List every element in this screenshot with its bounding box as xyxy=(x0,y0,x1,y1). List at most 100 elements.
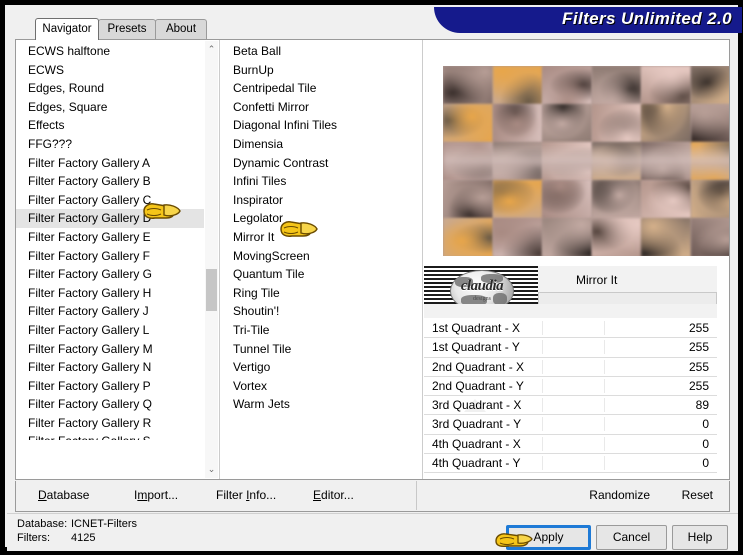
category-list-panel: ECWS halftone ECWS Edges, Round Edges, Squa… xyxy=(16,40,220,479)
category-list-item[interactable]: Filter Factory Gallery R xyxy=(16,414,204,433)
category-list-item[interactable]: FFG??? xyxy=(16,135,204,154)
category-list-item[interactable]: Filter Factory Gallery E xyxy=(16,228,204,247)
parameter-tick xyxy=(604,359,605,374)
filter-list-viewport: Beta Ball BurnUp Centripedal Tile Confetti … xyxy=(221,40,407,440)
filter-list-item[interactable]: Quantum Tile xyxy=(221,265,407,284)
filter-list-item[interactable]: Warm Jets xyxy=(221,395,407,414)
parameter-row[interactable]: 3rd Quadrant - X 89 xyxy=(424,396,717,416)
database-status-value: ICNET-Filters xyxy=(71,518,137,530)
filter-list-item[interactable]: Dynamic Contrast xyxy=(221,154,407,173)
filter-list-item[interactable]: Dimensia xyxy=(221,135,407,154)
preview-and-parameters-panel: claudia designs Mirror It 1st Quadrant -… xyxy=(424,40,729,479)
category-list-item[interactable]: Filter Factory Gallery J xyxy=(16,302,204,321)
parameter-value: 0 xyxy=(702,456,709,471)
preview-tile xyxy=(591,180,642,219)
filter-list-item[interactable]: Beta Ball xyxy=(221,42,407,61)
parameter-name: 2nd Quadrant - X xyxy=(432,359,525,374)
database-button[interactable]: Database xyxy=(38,488,89,502)
parameter-tick xyxy=(542,398,543,413)
parameter-tick xyxy=(604,398,605,413)
filters-status-label: Filters: xyxy=(17,532,50,544)
parameter-value: 255 xyxy=(688,340,709,355)
preview-tile xyxy=(542,180,593,219)
filter-list-item[interactable]: Centripedal Tile xyxy=(221,79,407,98)
database-status-label: Database: xyxy=(17,518,68,530)
filter-info-button[interactable]: Filter Info... xyxy=(216,488,276,502)
preview-tile xyxy=(492,180,543,219)
category-scrollbar[interactable]: ⌃ ⌄ xyxy=(205,41,218,478)
parameter-row[interactable]: 4th Quadrant - Y 0 xyxy=(424,454,717,474)
category-list-item[interactable]: ECWS xyxy=(16,61,204,80)
category-list-item[interactable]: Filter Factory Gallery B xyxy=(16,172,204,191)
filter-list-item[interactable]: Tri-Tile xyxy=(221,321,407,340)
filter-list-item[interactable]: Confetti Mirror xyxy=(221,98,407,117)
category-scroll-thumb[interactable] xyxy=(206,269,217,311)
tab-about[interactable]: About xyxy=(155,19,207,39)
parameter-name: 3rd Quadrant - X xyxy=(432,398,522,413)
category-list-item[interactable]: Filter Factory Gallery M xyxy=(16,340,204,359)
category-list-item[interactable]: Filter Factory Gallery D xyxy=(16,209,204,228)
category-list-item[interactable]: Filter Factory Gallery Q xyxy=(16,395,204,414)
preview-tile xyxy=(690,218,729,256)
watermark-subtext: designs xyxy=(473,296,491,302)
filter-list-item[interactable]: Inspirator xyxy=(221,191,407,210)
preview-tile xyxy=(591,66,642,105)
filter-list-item[interactable]: Mirror It xyxy=(221,228,407,247)
parameter-row[interactable]: 2nd Quadrant - X 255 xyxy=(424,357,717,377)
category-list-item[interactable]: Filter Factory Gallery L xyxy=(16,321,204,340)
category-list-item[interactable]: Filter Factory Gallery A xyxy=(16,154,204,173)
category-list-item[interactable]: Filter Factory Gallery P xyxy=(16,377,204,396)
parameter-row[interactable]: 2nd Quadrant - Y 255 xyxy=(424,376,717,397)
cancel-button[interactable]: Cancel xyxy=(596,525,667,550)
filter-list-item[interactable]: MovingScreen xyxy=(221,247,407,266)
category-list-item[interactable]: Filter Factory Gallery S xyxy=(16,432,204,440)
tab-presets[interactable]: Presets xyxy=(98,19,156,39)
selected-filter-title: Mirror It xyxy=(576,273,618,287)
parameter-row[interactable]: 3rd Quadrant - Y 0 xyxy=(424,415,717,435)
parameter-row[interactable]: 1st Quadrant - Y 255 xyxy=(424,338,717,358)
category-list-item[interactable]: Edges, Round xyxy=(16,79,204,98)
app-title: Filters Unlimited 2.0 xyxy=(562,9,732,28)
parameter-row[interactable]: 4th Quadrant - X 0 xyxy=(424,434,717,455)
preview-tile xyxy=(690,66,729,105)
category-list-item[interactable]: Edges, Square xyxy=(16,98,204,117)
filters-unlimited-window: Filters Unlimited 2.0 Navigator Presets Ab… xyxy=(4,4,742,551)
filter-list-item[interactable]: Tunnel Tile xyxy=(221,340,407,359)
preview-tile xyxy=(443,104,494,143)
filter-list-item[interactable]: Shoutin'! xyxy=(221,302,407,321)
filter-list-item[interactable]: Legolator xyxy=(221,209,407,228)
filter-list-item[interactable]: Infini Tiles xyxy=(221,172,407,191)
filter-list-item[interactable]: Ring Tile xyxy=(221,284,407,303)
category-scroll-down-icon[interactable]: ⌄ xyxy=(205,461,218,478)
filters-count-value: 4125 xyxy=(71,532,96,544)
parameter-tick xyxy=(542,340,543,355)
randomize-button[interactable]: Randomize xyxy=(589,488,650,502)
category-list-item[interactable]: Filter Factory Gallery H xyxy=(16,284,204,303)
parameter-row[interactable]: 1st Quadrant - X 255 xyxy=(424,319,717,339)
category-scroll-up-icon[interactable]: ⌃ xyxy=(205,41,218,58)
preview-tile xyxy=(641,218,692,256)
parameter-tick xyxy=(604,340,605,355)
filter-list-item[interactable]: BurnUp xyxy=(221,61,407,80)
tab-navigator[interactable]: Navigator xyxy=(35,18,99,40)
category-list-item[interactable]: Effects xyxy=(16,116,204,135)
category-list-item[interactable]: ECWS halftone xyxy=(16,42,204,61)
parameter-tick xyxy=(542,378,543,393)
preview-tile xyxy=(641,104,692,143)
filter-list-item[interactable]: Vortex xyxy=(221,377,407,396)
reset-button[interactable]: Reset xyxy=(682,488,713,502)
apply-button[interactable]: Apply xyxy=(506,525,591,550)
parameter-name: 1st Quadrant - Y xyxy=(432,340,520,355)
editor-button[interactable]: Editor... xyxy=(313,488,354,502)
category-list-item[interactable]: Filter Factory Gallery N xyxy=(16,358,204,377)
filter-preview-image[interactable] xyxy=(443,66,729,256)
filter-list-item[interactable]: Vertigo xyxy=(221,358,407,377)
filter-list-item[interactable]: Diagonal Infini Tiles xyxy=(221,116,407,135)
filter-list-item-selected[interactable]: Mirror It xyxy=(233,230,274,244)
category-list-item[interactable]: Filter Factory Gallery C xyxy=(16,191,204,210)
category-list-item[interactable]: Filter Factory Gallery F xyxy=(16,247,204,266)
parameter-tick xyxy=(604,321,605,335)
help-button[interactable]: Help xyxy=(672,525,728,550)
import-button[interactable]: Import... xyxy=(134,488,178,502)
category-list-item[interactable]: Filter Factory Gallery G xyxy=(16,265,204,284)
